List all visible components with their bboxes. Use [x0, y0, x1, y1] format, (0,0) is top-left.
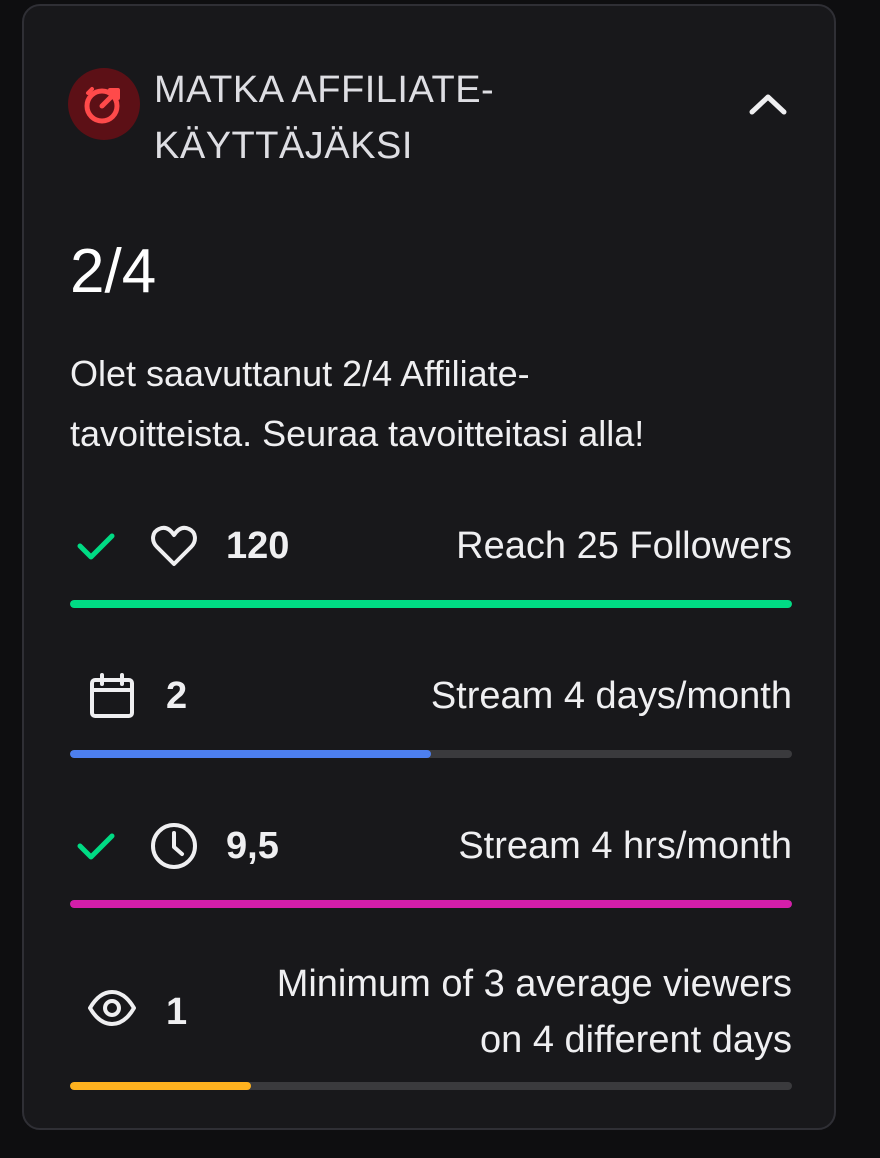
goal-progress-bar [70, 900, 792, 908]
goal-progress-bar [70, 750, 792, 758]
goal-label: Stream 4 hrs/month [458, 825, 792, 867]
heart-icon [148, 520, 200, 572]
card-title: MATKA AFFILIATE- KÄYTTÄJÄKSI [154, 62, 654, 174]
goal-progress-bar [70, 1082, 792, 1090]
eye-icon [86, 982, 138, 1034]
goal-progress-fill [70, 1082, 251, 1090]
goal-followers: 120 Reach 25 Followers [70, 518, 792, 608]
goal-value: 9,5 [226, 825, 279, 867]
checkmark-icon [77, 533, 115, 560]
card-title-line2: KÄYTTÄJÄKSI [154, 125, 413, 167]
affiliate-goals-card: MATKA AFFILIATE- KÄYTTÄJÄKSI 2/4 Olet sa… [22, 4, 836, 1130]
goal-value: 2 [166, 675, 188, 717]
goals-description-line2: tavoitteista. Seuraa tavoitteitasi alla! [70, 413, 645, 454]
checkmark-icon [77, 833, 115, 860]
card-header: MATKA AFFILIATE- KÄYTTÄJÄKSI [68, 62, 796, 172]
goal-progress-bar [70, 600, 792, 608]
target-arrow-icon [68, 68, 140, 140]
goal-progress-fill [70, 900, 792, 908]
collapse-button[interactable] [740, 76, 796, 132]
card-title-line1: MATKA AFFILIATE- [154, 69, 495, 111]
goals-description: Olet saavuttanut 2/4 Affiliate- tavoitte… [70, 344, 810, 464]
goal-label-line1: Minimum of 3 average viewers [276, 963, 792, 1005]
goal-progress-fill [70, 750, 431, 758]
goal-label: Minimum of 3 average viewers on 4 differ… [277, 956, 792, 1068]
goal-progress-fill [70, 600, 792, 608]
goals-description-line1: Olet saavuttanut 2/4 Affiliate- [70, 353, 530, 394]
goal-label: Stream 4 days/month [430, 675, 792, 717]
clock-icon [148, 820, 200, 872]
goal-value: 1 [166, 991, 188, 1033]
goal-value: 120 [226, 525, 290, 567]
goals-progress-count: 2/4 [70, 237, 157, 306]
goal-label: Reach 25 Followers [456, 525, 792, 567]
goal-average-viewers: 1 Minimum of 3 average viewers on 4 diff… [70, 956, 792, 1090]
calendar-icon [86, 670, 138, 722]
chevron-up-icon [749, 94, 787, 115]
goal-label-line2: on 4 different days [480, 1019, 792, 1061]
goal-stream-days: 2 Stream 4 days/month [70, 668, 792, 758]
goal-stream-hours: 9,5 Stream 4 hrs/month [70, 818, 792, 908]
